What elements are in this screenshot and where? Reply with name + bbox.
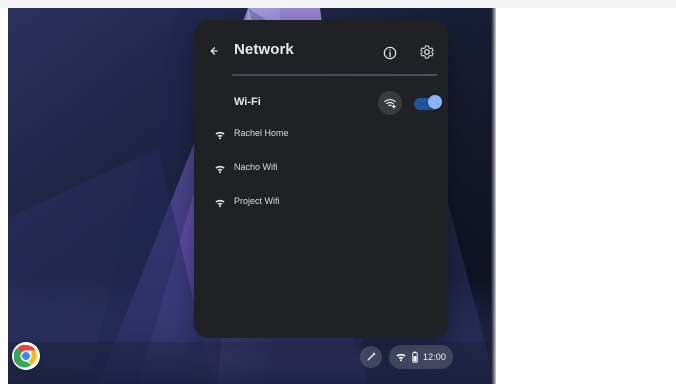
network-panel: Network Wi-Fi Rachel Home Nacho Wifi Pro… [194, 20, 448, 338]
top-strip [0, 0, 676, 8]
header-divider-accent [232, 74, 437, 76]
wifi-icon [214, 197, 226, 209]
battery-icon [411, 351, 419, 363]
network-panel-title: Network [234, 41, 294, 58]
wifi-icon [214, 129, 226, 141]
wifi-icon [214, 163, 226, 175]
network-panel-header: Network [194, 20, 448, 74]
wifi-network-name: Nacho Wifi [234, 162, 278, 172]
wifi-label: Wi-Fi [234, 96, 261, 108]
settings-button[interactable] [416, 41, 438, 63]
gear-icon [419, 44, 435, 60]
arrow-left-icon [206, 44, 220, 58]
device-edge [491, 8, 496, 384]
chrome-icon [14, 344, 38, 368]
screenshot-stage: Network Wi-Fi Rachel Home Nacho Wifi Pro… [0, 0, 676, 384]
chromebook-screen: Network Wi-Fi Rachel Home Nacho Wifi Pro… [8, 8, 496, 384]
wifi-network-item[interactable]: Nacho Wifi [194, 154, 448, 188]
clock-time: 12:00 [423, 352, 447, 362]
wifi-network-list: Rachel Home Nacho Wifi Project Wifi [194, 120, 448, 222]
add-wifi-button[interactable] [378, 91, 402, 115]
pen-icon [365, 351, 377, 363]
wifi-toggle-knob[interactable] [428, 95, 442, 109]
wifi-icon [395, 351, 407, 363]
launcher-button[interactable] [12, 342, 40, 370]
wifi-add-icon [383, 96, 397, 110]
wifi-network-item[interactable]: Project Wifi [194, 188, 448, 222]
info-button[interactable] [379, 42, 401, 64]
info-icon [382, 45, 398, 61]
stylus-tools-button[interactable] [360, 346, 382, 368]
wifi-network-item[interactable]: Rachel Home [194, 120, 448, 154]
wifi-network-name: Project Wifi [234, 196, 280, 206]
status-tray[interactable]: 12:00 [389, 345, 453, 369]
wifi-row: Wi-Fi [194, 86, 448, 120]
wifi-network-name: Rachel Home [234, 128, 289, 138]
back-button[interactable] [202, 40, 224, 62]
